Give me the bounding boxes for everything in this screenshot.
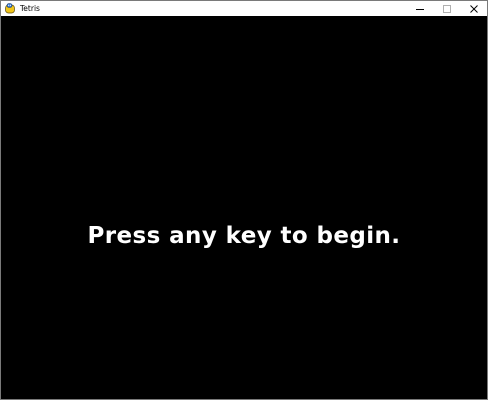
pygame-snake-icon <box>5 3 15 14</box>
start-prompt: Press any key to begin. <box>87 223 401 249</box>
minimize-button[interactable] <box>406 1 433 16</box>
maximize-button[interactable] <box>433 1 460 16</box>
close-icon <box>469 4 478 13</box>
maximize-icon <box>442 4 451 13</box>
title-bar[interactable]: Tetris <box>1 1 487 16</box>
app-window: Tetris Press any key to begin. <box>0 0 488 400</box>
close-button[interactable] <box>460 1 487 16</box>
window-controls <box>406 1 487 16</box>
minimize-icon <box>415 8 424 10</box>
window-title: Tetris <box>20 4 40 13</box>
game-canvas[interactable]: Press any key to begin. <box>1 16 487 399</box>
